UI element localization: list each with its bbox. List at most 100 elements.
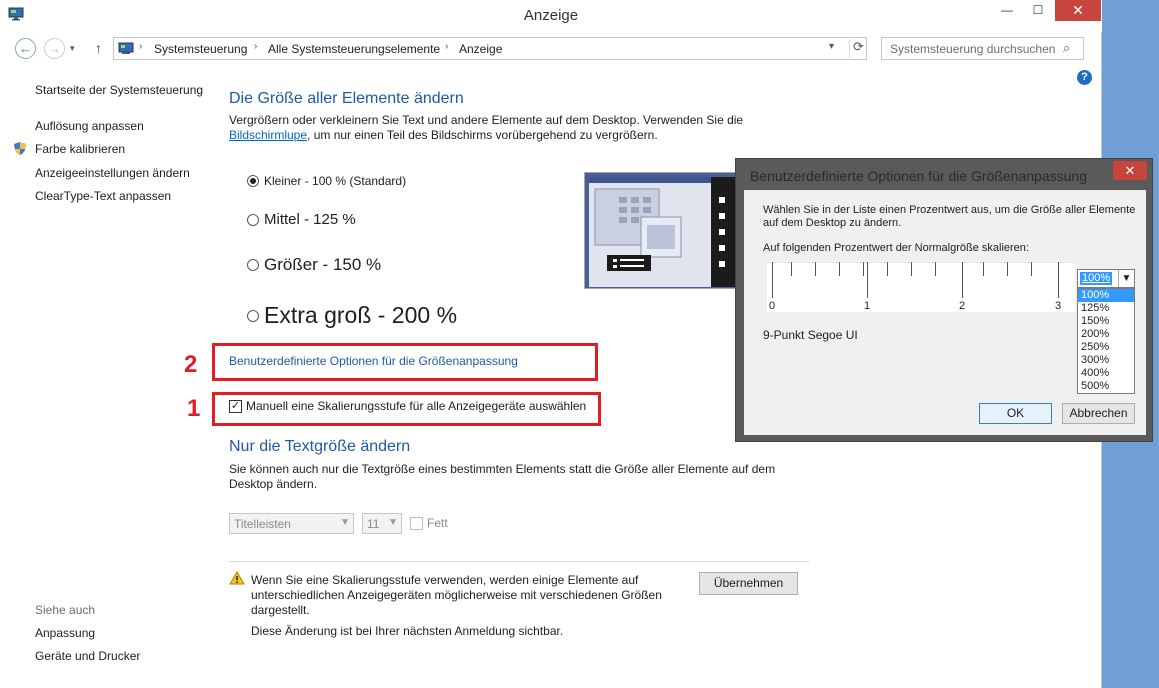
breadcrumb-separator-icon[interactable]: › (254, 41, 257, 52)
display-preview-image (584, 172, 738, 289)
scale-option[interactable]: 100% (1078, 289, 1134, 302)
radio-icon[interactable] (247, 259, 259, 271)
scale-option[interactable]: 125% (1078, 302, 1134, 315)
breadcrumb-separator-icon: › (139, 41, 143, 52)
dialog-close-button[interactable]: ✕ (1113, 161, 1147, 180)
help-icon[interactable]: ? (1077, 70, 1092, 85)
text-size-desc-1: Sie können auch nur die Textgröße eines … (229, 462, 776, 476)
option-200-label: Extra groß - 200 % (264, 302, 458, 328)
dialog-title: Benutzerdefinierte Optionen für die Größ… (750, 168, 1087, 184)
custom-scaling-dialog: Benutzerdefinierte Optionen für die Größ… (735, 158, 1153, 442)
chevron-down-icon[interactable]: ▼ (1118, 270, 1134, 287)
scale-dropdown[interactable]: 100% ▼ (1077, 269, 1135, 288)
scale-option[interactable]: 150% (1078, 315, 1134, 328)
ruler-label-1: 1 (864, 300, 871, 312)
scale-option[interactable]: 300% (1078, 354, 1134, 367)
address-bar[interactable]: › Systemsteuerung › Alle Systemsteuerung… (113, 37, 867, 60)
chevron-down-icon: ▼ (340, 517, 350, 528)
checkbox-icon[interactable] (410, 516, 423, 530)
address-dropdown-icon[interactable]: ▾ (829, 41, 834, 52)
option-125-label: Mittel - 125 % (264, 211, 356, 228)
title-bar: Anzeige — ☐ ✕ (0, 0, 1102, 32)
option-150[interactable]: Größer - 150 % (247, 255, 381, 275)
font-sample-label: 9-Punkt Segoe UI (763, 328, 858, 342)
radio-selected-icon[interactable] (247, 175, 259, 187)
font-size-select[interactable]: 11 ▼ (362, 513, 402, 534)
scale-label: Auf folgenden Prozentwert der Normalgröß… (763, 242, 1029, 254)
recent-pages-dropdown-icon[interactable]: ▾ (70, 43, 75, 54)
option-200[interactable]: Extra groß - 200 % (247, 302, 457, 329)
refresh-icon[interactable]: ⟳ (849, 39, 867, 58)
ruler-label-0: 0 (769, 300, 776, 312)
sidebar-item-calibrate[interactable]: Farbe kalibrieren (35, 142, 125, 156)
element-select[interactable]: Titelleisten ▼ (229, 513, 354, 534)
dialog-instruction: Wählen Sie in der Liste einen Prozentwer… (763, 204, 1135, 230)
option-100-label: Kleiner - 100 % (Standard) (264, 174, 407, 188)
ruler[interactable]: 0 1 2 3 (767, 261, 1075, 312)
maximize-button[interactable]: ☐ (1024, 0, 1052, 21)
navigation-bar: ← → ▾ ↑ › Systemsteuerung › Alle Systems… (0, 34, 1102, 64)
breadcrumb-anzeige[interactable]: Anzeige (459, 42, 502, 56)
annotation-label-2: 2 (184, 351, 198, 378)
bold-checkbox-row[interactable]: Fett (410, 516, 448, 530)
breadcrumb-separator-icon[interactable]: › (445, 41, 448, 52)
annotation-box-1 (212, 392, 601, 426)
scale-option[interactable]: 500% (1078, 380, 1134, 393)
search-icon[interactable]: ⌕ (1063, 40, 1070, 56)
control-panel-icon (118, 42, 134, 54)
bold-label: Fett (427, 516, 448, 530)
chevron-down-icon: ▼ (388, 517, 398, 528)
element-select-value: Titelleisten (234, 517, 291, 531)
see-also-header: Siehe auch (35, 603, 96, 617)
scale-dropdown-value: 100% (1080, 272, 1113, 285)
ruler-ticks-icon (767, 261, 1075, 298)
back-button[interactable]: ← (15, 38, 36, 59)
sidebar-item-devices[interactable]: Geräte und Drucker (35, 649, 140, 663)
annotation-label-1: 1 (187, 395, 201, 422)
dialog-instruction-2: auf dem Desktop zu ändern. (763, 217, 902, 229)
sidebar-item-cleartype[interactable]: ClearType-Text anpassen (35, 189, 171, 203)
radio-icon[interactable] (247, 213, 259, 226)
text-size-description: Sie können auch nur die Textgröße eines … (229, 462, 775, 492)
warning-text-3: dargestellt. (251, 603, 310, 617)
warning-text: Wenn Sie eine Skalierungsstufe verwenden… (251, 573, 662, 618)
option-125[interactable]: Mittel - 125 % (247, 211, 356, 228)
scale-options-list: 100% 125% 150% 200% 250% 300% 400% 500% (1077, 288, 1135, 394)
font-size-select-value: 11 (367, 517, 380, 531)
up-button[interactable]: ↑ (95, 40, 102, 56)
option-100[interactable]: Kleiner - 100 % (Standard) (247, 174, 406, 188)
ruler-label-2: 2 (959, 300, 966, 312)
sidebar-item-home[interactable]: Startseite der Systemsteuerung (35, 83, 203, 97)
dialog-instruction-1: Wählen Sie in der Liste einen Prozentwer… (763, 204, 1136, 216)
radio-icon[interactable] (247, 309, 259, 322)
ok-button[interactable]: OK (979, 403, 1052, 424)
sidebar-item-resolution[interactable]: Auflösung anpassen (35, 119, 144, 133)
sidebar-item-display-settings[interactable]: Anzeigeeinstellungen ändern (35, 166, 190, 180)
scale-option[interactable]: 400% (1078, 367, 1134, 380)
dialog-body: Wählen Sie in der Liste einen Prozentwer… (744, 190, 1146, 435)
search-box[interactable]: Systemsteuerung durchsuchen ⌕ (881, 37, 1084, 60)
intro-text: Vergrößern oder verkleinern Sie Text und… (229, 113, 743, 143)
forward-button[interactable]: → (44, 38, 65, 59)
uac-shield-icon (14, 142, 26, 155)
apply-button[interactable]: Übernehmen (699, 572, 798, 595)
scale-option[interactable]: 250% (1078, 341, 1134, 354)
warning-text-1: Wenn Sie eine Skalierungsstufe verwenden… (251, 573, 639, 587)
warning-text-2: unterschiedlichen Anzeigegeräten möglich… (251, 588, 662, 602)
scale-option[interactable]: 200% (1078, 328, 1134, 341)
magnifier-link[interactable]: Bildschirmlupe (229, 128, 307, 142)
breadcrumb-alle-elemente[interactable]: Alle Systemsteuerungselemente (268, 42, 440, 56)
breadcrumb-systemsteuerung[interactable]: Systemsteuerung (154, 42, 247, 56)
divider (229, 561, 809, 562)
minimize-button[interactable]: — (993, 0, 1021, 21)
signin-note: Diese Änderung ist bei Ihrer nächsten An… (251, 624, 564, 638)
preview-desktop-icon (585, 173, 737, 288)
cancel-button[interactable]: Abbrechen (1062, 403, 1135, 424)
warning-icon (229, 571, 245, 585)
close-button[interactable]: ✕ (1055, 0, 1101, 21)
window-title: Anzeige (523, 7, 579, 24)
intro-text-1: Vergrößern oder verkleinern Sie Text und… (229, 113, 744, 127)
option-150-label: Größer - 150 % (264, 255, 382, 274)
sidebar-item-personalization[interactable]: Anpassung (35, 626, 95, 640)
search-input[interactable]: Systemsteuerung durchsuchen (890, 42, 1055, 56)
